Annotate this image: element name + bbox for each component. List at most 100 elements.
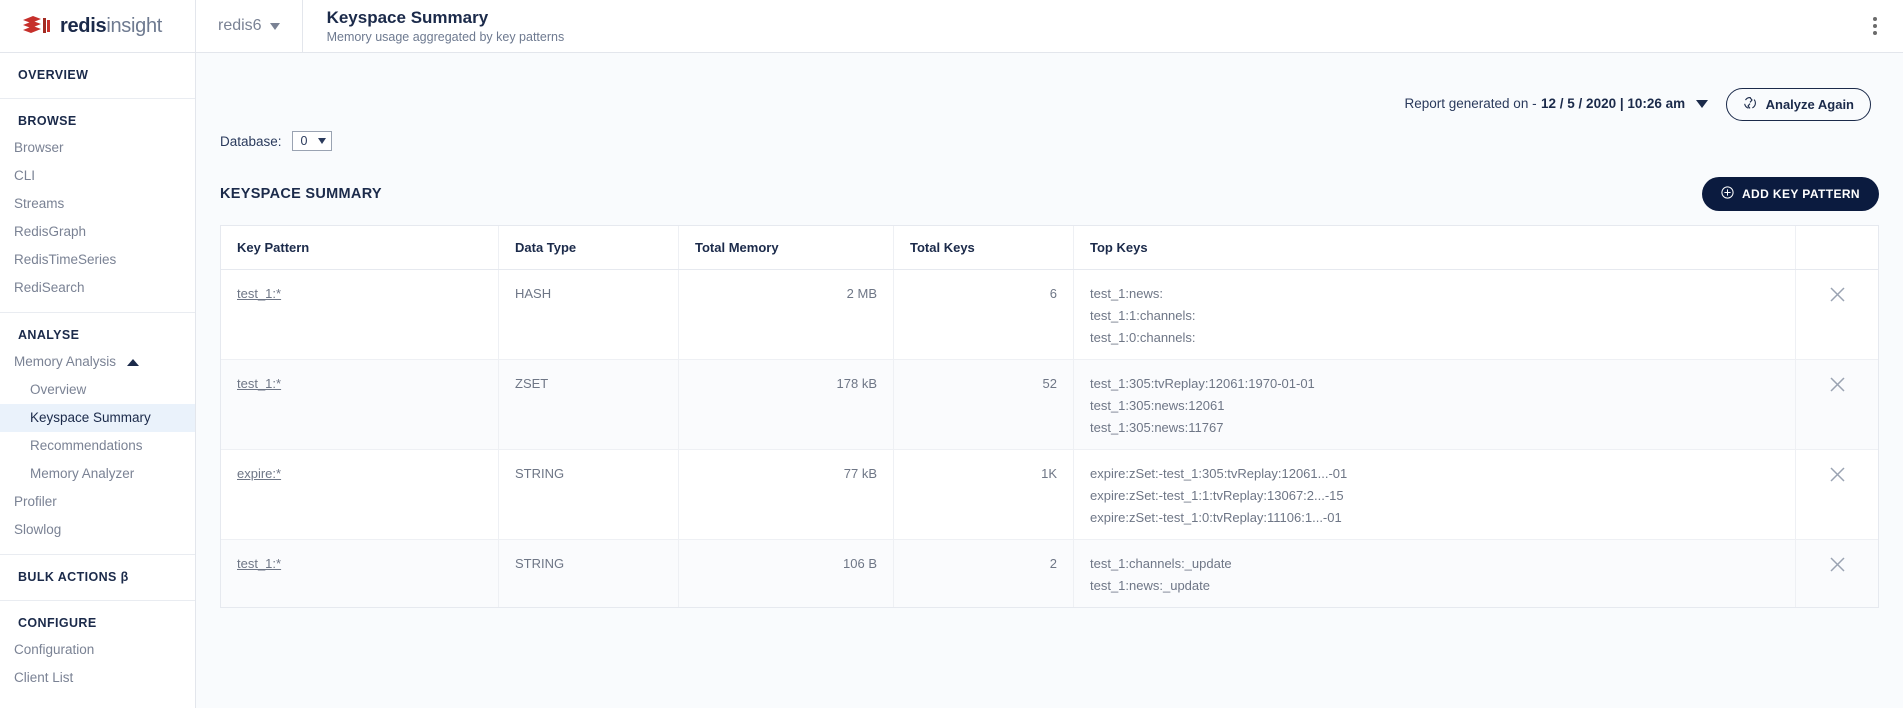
close-icon[interactable] [1829, 556, 1846, 576]
chevron-down-icon [317, 138, 326, 144]
cell-key-pattern: test_1:* [221, 360, 499, 449]
table-row: test_1:* HASH 2 MB 6 test_1:news: test_1… [221, 270, 1878, 360]
top-keys-list: expire:zSet:-test_1:305:tvReplay:12061..… [1090, 466, 1347, 525]
page-subtitle: Memory usage aggregated by key patterns [326, 30, 565, 44]
top-key-item: test_1:news:_update [1090, 578, 1210, 593]
brand-bold: redis [60, 14, 107, 37]
analyze-again-button[interactable]: Analyze Again [1725, 87, 1871, 121]
keyspace-summary-table: Key Pattern Data Type Total Memory Total… [220, 225, 1879, 608]
top-key-item: test_1:305:news:12061 [1090, 398, 1225, 413]
more-vertical-icon[interactable] [1869, 13, 1881, 39]
key-pattern-link[interactable]: test_1:* [237, 286, 281, 301]
sidebar: redisinsight OVERVIEW BROWSE Browser CLI… [0, 0, 196, 708]
cell-top-keys: expire:zSet:-test_1:305:tvReplay:12061..… [1074, 450, 1796, 539]
cell-data-type: ZSET [499, 360, 679, 449]
top-key-item: expire:zSet:-test_1:305:tvReplay:12061..… [1090, 466, 1348, 481]
column-header-total-memory[interactable]: Total Memory [679, 226, 894, 269]
page-title: Keyspace Summary [326, 8, 489, 27]
analyze-again-label: Analyze Again [1765, 96, 1854, 112]
sidebar-item-slowlog[interactable]: Slowlog [0, 516, 195, 544]
nav-group-analyse: ANALYSE Memory Analysis Overview Keyspac… [0, 313, 195, 555]
report-date: 12 / 5 / 2020 | 10:26 am [1541, 96, 1686, 111]
add-key-pattern-label: ADD KEY PATTERN [1741, 187, 1860, 201]
brand-name: redisinsight [60, 15, 162, 38]
key-pattern-link[interactable]: test_1:* [237, 556, 281, 571]
top-key-item: expire:zSet:-test_1:0:tvReplay:11106:1..… [1090, 510, 1342, 525]
sidebar-item-keyspace-summary[interactable]: Keyspace Summary [0, 404, 195, 432]
sidebar-item-memory-analyzer[interactable]: Memory Analyzer [0, 460, 195, 488]
sidebar-item-recommendations[interactable]: Recommendations [0, 432, 195, 460]
cell-delete [1796, 270, 1878, 359]
sidebar-item-redisearch[interactable]: RediSearch [0, 274, 195, 302]
sidebar-item-memory-analysis[interactable]: Memory Analysis [0, 348, 195, 376]
report-bar: Report generated on - 12 / 5 / 2020 | 10… [220, 53, 1879, 123]
column-header-key-pattern[interactable]: Key Pattern [221, 226, 499, 269]
brand-logo[interactable]: redisinsight [0, 0, 195, 53]
nav-head-overview: OVERVIEW [18, 68, 89, 82]
key-pattern-link[interactable]: test_1:* [237, 376, 281, 391]
table-row: expire:* STRING 77 kB 1K expire:zSet:-te… [221, 450, 1878, 540]
cell-key-pattern: expire:* [221, 450, 499, 539]
sidebar-item-browser[interactable]: Browser [0, 134, 195, 162]
cell-data-type: HASH [499, 270, 679, 359]
top-key-item: test_1:305:tvReplay:12061:1970-01-01 [1090, 376, 1315, 391]
cell-delete [1796, 360, 1878, 449]
table-header-row: Key Pattern Data Type Total Memory Total… [221, 226, 1878, 270]
chevron-down-icon [269, 22, 280, 30]
cell-key-pattern: test_1:* [221, 540, 499, 607]
plus-circle-icon [1721, 186, 1734, 202]
top-key-item: test_1:0:channels: [1090, 330, 1196, 345]
cell-data-type: STRING [499, 450, 679, 539]
top-key-item: test_1:305:news:11767 [1090, 420, 1224, 435]
close-icon[interactable] [1829, 286, 1846, 306]
top-key-item: test_1:channels:_update [1090, 556, 1232, 571]
top-keys-list: test_1:news: test_1:1:channels: test_1:0… [1090, 286, 1196, 345]
brand-light: insight [106, 14, 163, 37]
column-header-total-keys[interactable]: Total Keys [894, 226, 1074, 269]
cell-total-keys: 1K [894, 450, 1074, 539]
table-row: test_1:* STRING 106 B 2 test_1:channels:… [221, 540, 1878, 607]
app-root: redisinsight OVERVIEW BROWSE Browser CLI… [0, 0, 1903, 708]
database-select[interactable]: 0 [291, 131, 332, 151]
chevron-down-icon[interactable] [1695, 100, 1708, 108]
sidebar-item-cli[interactable]: CLI [0, 162, 195, 190]
content-area: Report generated on - 12 / 5 / 2020 | 10… [196, 53, 1903, 708]
cell-total-memory: 106 B [679, 540, 894, 607]
refresh-icon [1743, 96, 1757, 113]
cell-delete [1796, 540, 1878, 607]
sidebar-item-streams[interactable]: Streams [0, 190, 195, 218]
nav-head-configure: CONFIGURE [18, 616, 97, 630]
database-label: Database: [220, 133, 282, 149]
database-selector-row: Database: 0 [220, 123, 1879, 151]
cell-data-type: STRING [499, 540, 679, 607]
sidebar-item-client-list[interactable]: Client List [0, 664, 195, 692]
column-header-top-keys[interactable]: Top Keys [1074, 226, 1796, 269]
kebab-dot [1873, 17, 1877, 21]
close-icon[interactable] [1829, 376, 1846, 396]
add-key-pattern-button[interactable]: ADD KEY PATTERN [1701, 177, 1879, 211]
sidebar-item-profiler[interactable]: Profiler [0, 488, 195, 516]
sidebar-item-configuration[interactable]: Configuration [0, 636, 195, 664]
sidebar-item-label: Memory Analysis [14, 354, 117, 369]
column-header-data-type[interactable]: Data Type [499, 226, 679, 269]
nav-group-configure: CONFIGURE Configuration Client List [0, 601, 195, 702]
report-generated-info[interactable]: Report generated on - 12 / 5 / 2020 | 10… [1404, 95, 1708, 113]
main-area: redis6 Keyspace Summary Memory usage agg… [196, 0, 1903, 708]
connection-selector[interactable]: redis6 [196, 0, 303, 52]
sidebar-item-redistimeseries[interactable]: RedisTimeSeries [0, 246, 195, 274]
sidebar-item-overview[interactable]: Overview [0, 376, 195, 404]
top-keys-list: test_1:305:tvReplay:12061:1970-01-01 tes… [1090, 376, 1315, 435]
top-keys-list: test_1:channels:_update test_1:news:_upd… [1090, 556, 1232, 593]
cell-top-keys: test_1:channels:_update test_1:news:_upd… [1074, 540, 1796, 607]
cell-total-memory: 178 kB [679, 360, 894, 449]
top-key-item: test_1:1:channels: [1090, 308, 1196, 323]
key-pattern-link[interactable]: expire:* [237, 466, 281, 481]
close-icon[interactable] [1829, 466, 1846, 486]
nav-head-browse: BROWSE [18, 114, 77, 128]
cell-key-pattern: test_1:* [221, 270, 499, 359]
sidebar-item-redisgraph[interactable]: RedisGraph [0, 218, 195, 246]
table-row: test_1:* ZSET 178 kB 52 test_1:305:tvRep… [221, 360, 1878, 450]
kebab-dot [1873, 24, 1877, 28]
page-header: Keyspace Summary Memory usage aggregated… [303, 8, 565, 44]
top-key-item: test_1:news: [1090, 286, 1163, 301]
